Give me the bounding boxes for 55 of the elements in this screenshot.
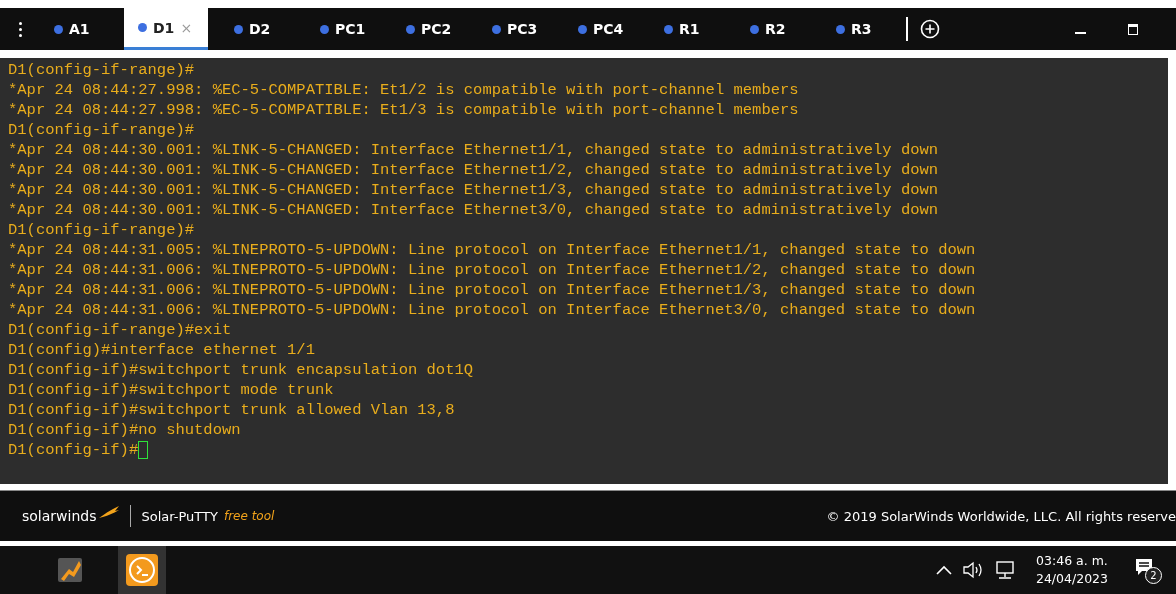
terminal-line: D1(config-if)#no shutdown (8, 420, 241, 440)
brand-logo: solarwinds (22, 508, 97, 524)
terminal-line: *Apr 24 08:44:30.001: %LINK-5-CHANGED: Interface Ethernet1/3, changed state to administratively down (8, 180, 939, 200)
speaker-icon[interactable] (961, 561, 984, 579)
status-dot-icon (406, 24, 415, 34)
terminal-line: D1(config-if-range)#exit (8, 320, 232, 340)
terminal-line: D1(config-if)#switchport trunk encapsulation dot1Q (8, 360, 474, 380)
add-tab-icon[interactable] (920, 19, 940, 39)
session-tab[interactable]: R1 (642, 8, 728, 50)
clock-time[interactable]: 03:46 a. m. (1036, 552, 1108, 570)
terminal-line: *Apr 24 08:44:31.006: %LINEPROTO-5-UPDOWN: Line protocol on Interface Ethernet1/2, changed state to down (8, 260, 976, 280)
status-dot-icon (320, 24, 329, 34)
terminal-line: D1(config)#interface ethernet 1/1 (8, 340, 315, 360)
session-tab[interactable]: PC2 (384, 8, 470, 50)
terminal-line: D1(config-if)# (8, 440, 139, 460)
free-tool-label: free tool (223, 509, 275, 523)
terminal-line: D1(config-if-range)# (8, 60, 195, 80)
notification-count: 2 (1145, 566, 1162, 584)
notification-icon[interactable] (1134, 556, 1154, 577)
status-dot-icon (234, 24, 243, 34)
session-tab[interactable]: PC4 (556, 8, 642, 50)
terminal-app-icon[interactable] (118, 546, 166, 594)
status-dot-icon (750, 24, 759, 34)
terminal-line: *Apr 24 08:44:30.001: %LINK-5-CHANGED: Interface Ethernet1/1, changed state to administratively down (8, 140, 939, 160)
terminal-line: *Apr 24 08:44:30.001: %LINK-5-CHANGED: Interface Ethernet1/2, changed state to administratively down (8, 160, 939, 180)
status-dot-icon (836, 24, 845, 34)
terminal-line: *Apr 24 08:44:31.005: %LINEPROTO-5-UPDOWN: Line protocol on Interface Ethernet1/1, changed state to down (8, 240, 976, 260)
terminal-line: *Apr 24 08:44:27.998: %EC-5-COMPATIBLE: Et1/2 is compatible with port-channel members (8, 80, 799, 100)
session-tab[interactable]: R2 (728, 8, 814, 50)
flame-logo-icon (98, 505, 121, 519)
network-icon[interactable] (993, 560, 1016, 580)
status-dot-icon (138, 23, 147, 32)
clock-date[interactable]: 24/04/2023 (1035, 570, 1108, 588)
session-tab[interactable]: D1 × (124, 8, 208, 50)
session-tab[interactable]: D2 (212, 8, 298, 50)
terminal-line: *Apr 24 08:44:31.006: %LINEPROTO-5-UPDOWN: Line protocol on Interface Ethernet3/0, changed state to down (8, 300, 976, 320)
status-dot-icon (664, 24, 673, 34)
maximize-icon[interactable] (1128, 23, 1138, 35)
terminal-line: *Apr 24 08:44:31.006: %LINEPROTO-5-UPDOWN: Line protocol on Interface Ethernet1/3, changed state to down (8, 280, 976, 300)
terminal-line: D1(config-if-range)# (8, 120, 195, 140)
chevron-up-icon[interactable] (935, 565, 952, 575)
session-tab[interactable]: PC1 (298, 8, 384, 50)
terminal-line: *Apr 24 08:44:30.001: %LINK-5-CHANGED: Interface Ethernet3/0, changed state to administratively down (8, 200, 939, 220)
product-name: Solar-PuTTY (141, 508, 218, 524)
terminal-line: D1(config-if)#switchport trunk allowed Vlan 13,8 (8, 400, 455, 420)
status-dot-icon (578, 24, 587, 34)
terminal-line: *Apr 24 08:44:27.998: %EC-5-COMPATIBLE: Et1/3 is compatible with port-channel members (8, 100, 799, 120)
status-dot-icon (54, 24, 63, 34)
session-tab[interactable]: R3 (814, 8, 900, 50)
session-tab[interactable]: A1 (32, 8, 118, 50)
status-dot-icon (492, 24, 501, 34)
terminal-line: D1(config-if)#switchport mode trunk (8, 380, 334, 400)
session-tab[interactable]: PC3 (470, 8, 556, 50)
copyright-text: © 2019 SolarWinds Worldwide, LLC. All rights reserve (826, 508, 1176, 524)
terminal-line: D1(config-if-range)# (8, 220, 195, 240)
